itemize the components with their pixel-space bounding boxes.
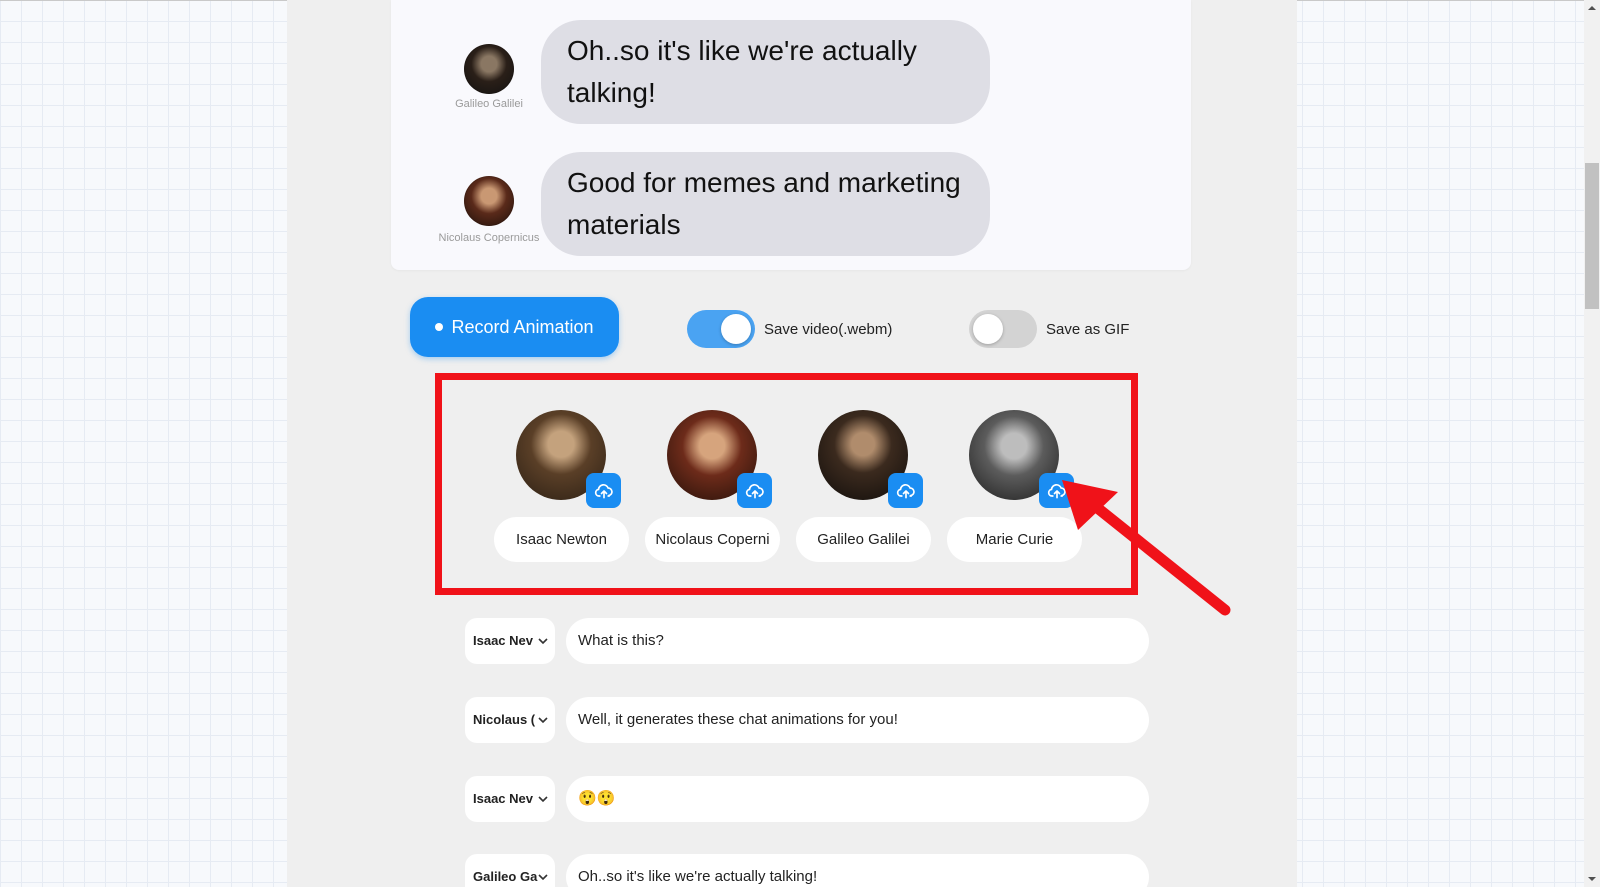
chevron-down-icon <box>538 717 548 724</box>
speaker-select[interactable]: Galileo Ga <box>465 854 555 887</box>
galileo-avatar <box>464 44 514 94</box>
speaker-select-value: Nicolaus ( <box>473 712 536 727</box>
page-scrollbar[interactable] <box>1584 0 1600 887</box>
switch-knob <box>721 314 751 344</box>
chevron-down-icon <box>538 874 548 881</box>
save-gif-switch[interactable] <box>969 310 1037 348</box>
save-video-toggle[interactable]: Save video(.webm) <box>687 310 892 348</box>
message-bubble: Oh..so it's like we're actually talking! <box>541 20 990 124</box>
character-name-field[interactable]: Galileo Galilei <box>796 517 931 562</box>
copernicus-avatar <box>464 176 514 226</box>
chevron-down-icon <box>538 796 548 803</box>
speaker-select-value: Isaac Nev <box>473 633 533 648</box>
save-gif-label: Save as GIF <box>1046 320 1130 338</box>
dialogue-row: Isaac Nev 😲😲 <box>465 776 1149 822</box>
speaker-select[interactable]: Nicolaus ( <box>465 697 555 743</box>
scroll-up-icon[interactable] <box>1587 3 1597 13</box>
save-video-label: Save video(.webm) <box>764 320 893 338</box>
speaker-select-value: Galileo Ga <box>473 869 538 884</box>
speaker-select[interactable]: Isaac Nev <box>465 776 555 822</box>
message-author: Nicolaus Copernicus <box>438 232 540 244</box>
message-author: Galileo Galilei <box>455 98 523 110</box>
speaker-select-value: Isaac Nev <box>473 791 533 806</box>
chevron-down-icon <box>538 638 548 645</box>
chat-preview: Galileo Galilei Oh..so it's like we're a… <box>391 0 1191 270</box>
editor-column: Galileo Galilei Oh..so it's like we're a… <box>287 0 1297 887</box>
dialogue-row: Isaac Nev What is this? <box>465 618 1149 664</box>
scrollbar-thumb[interactable] <box>1585 163 1599 309</box>
save-gif-toggle[interactable]: Save as GIF <box>969 310 1129 348</box>
character-name-field[interactable]: Isaac Newton <box>494 517 629 562</box>
dialogue-text-input[interactable]: Oh..so it's like we're actually talking! <box>566 854 1149 887</box>
dialogue-row: Galileo Ga Oh..so it's like we're actual… <box>465 854 1149 887</box>
dialogue-text-input[interactable]: What is this? <box>566 618 1149 664</box>
speaker-select[interactable]: Isaac Nev <box>465 618 555 664</box>
cloud-upload-icon[interactable] <box>888 473 923 508</box>
scroll-down-icon[interactable] <box>1587 874 1597 884</box>
character-name-field[interactable]: Nicolaus Coperni <box>645 517 780 562</box>
message-bubble: Good for memes and marketing materials <box>541 152 990 256</box>
save-video-switch[interactable] <box>687 310 755 348</box>
annotation-arrow-icon <box>1062 480 1231 616</box>
record-dot-icon <box>435 323 444 331</box>
cloud-upload-icon[interactable] <box>586 473 621 508</box>
cloud-upload-icon[interactable] <box>737 473 772 508</box>
record-animation-button[interactable]: Record Animation <box>410 297 619 357</box>
dialogue-text-input[interactable]: 😲😲 <box>566 776 1149 822</box>
record-animation-label: Record Animation <box>451 316 594 337</box>
dialogue-row: Nicolaus ( Well, it generates these chat… <box>465 697 1149 743</box>
switch-knob <box>973 314 1003 344</box>
dialogue-text-input[interactable]: Well, it generates these chat animations… <box>566 697 1149 743</box>
